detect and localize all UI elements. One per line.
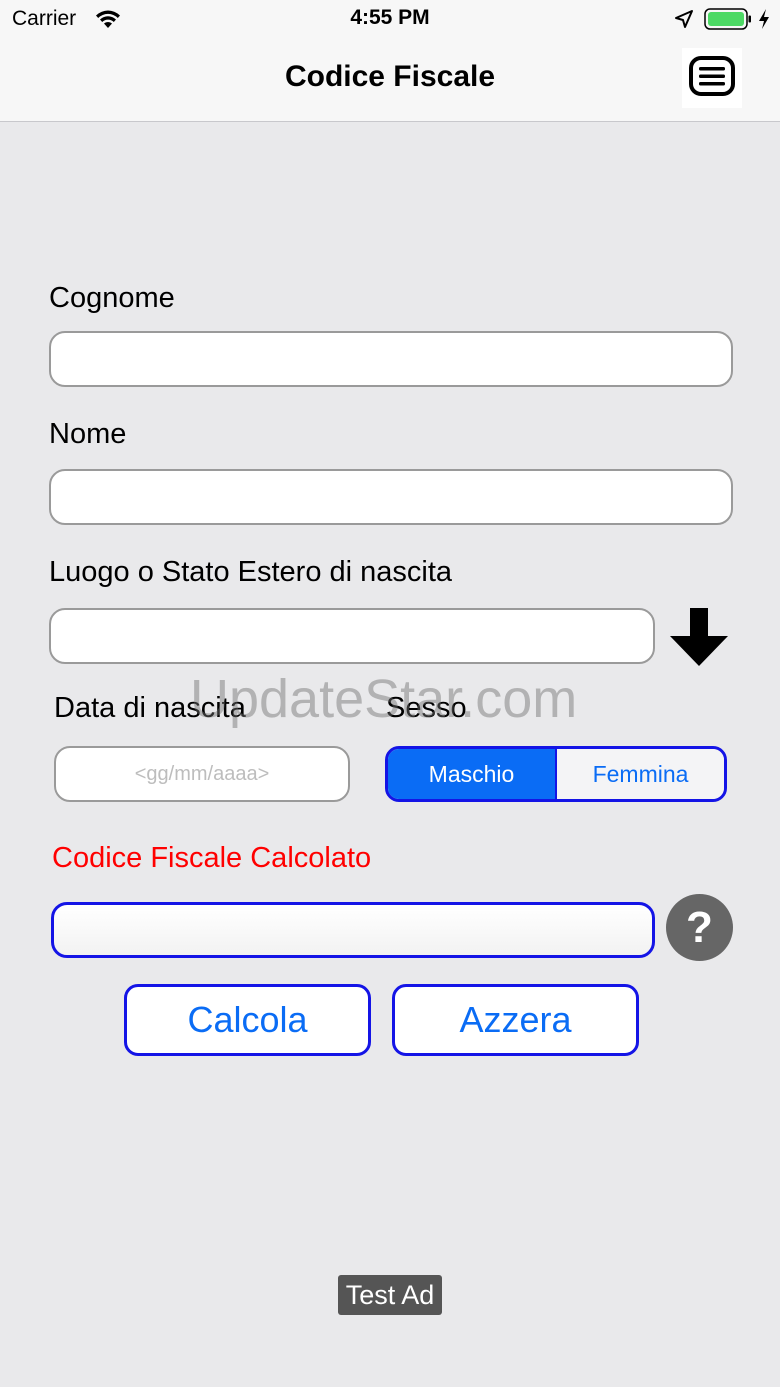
menu-list-icon bbox=[689, 55, 735, 101]
page-title: Codice Fiscale bbox=[284, 60, 496, 93]
nome-input[interactable] bbox=[49, 469, 733, 525]
segment-maschio[interactable]: Maschio bbox=[388, 749, 555, 799]
nome-label: Nome bbox=[49, 418, 127, 450]
codice-fiscale-result-field[interactable] bbox=[51, 902, 655, 958]
data-nascita-input[interactable] bbox=[54, 746, 350, 802]
segment-femmina[interactable]: Femmina bbox=[555, 749, 724, 799]
location-arrow-icon bbox=[674, 9, 694, 34]
menu-button[interactable] bbox=[682, 48, 742, 108]
cognome-label: Cognome bbox=[49, 282, 175, 314]
battery-icon bbox=[704, 8, 752, 35]
calcola-button[interactable]: Calcola bbox=[124, 984, 371, 1056]
test-ad-banner[interactable]: Test Ad bbox=[338, 1275, 442, 1315]
cognome-input[interactable] bbox=[49, 331, 733, 387]
azzera-button[interactable]: Azzera bbox=[392, 984, 639, 1056]
down-arrow-icon[interactable] bbox=[668, 606, 730, 673]
navigation-bar: Codice Fiscale bbox=[0, 40, 780, 122]
question-mark-icon: ? bbox=[686, 902, 713, 952]
charging-bolt-icon bbox=[757, 8, 771, 35]
watermark: UpdateStar.com bbox=[190, 669, 578, 729]
status-bar: Carrier 4:55 PM bbox=[0, 0, 780, 40]
codice-fiscale-calcolato-label: Codice Fiscale Calcolato bbox=[52, 842, 372, 874]
sesso-segmented-control: Maschio Femmina bbox=[385, 746, 727, 802]
clock: 4:55 PM bbox=[350, 6, 430, 29]
luogo-label: Luogo o Stato Estero di nascita bbox=[49, 556, 453, 588]
help-button[interactable]: ? bbox=[666, 894, 733, 961]
luogo-input[interactable] bbox=[49, 608, 655, 664]
